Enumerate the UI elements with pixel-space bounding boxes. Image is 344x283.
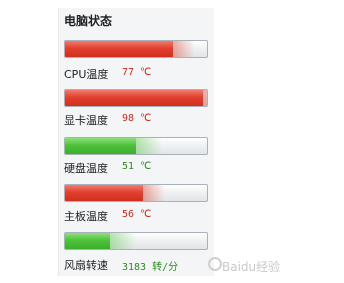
cpu-temp-bar (64, 40, 208, 58)
gpu-temp-fill (65, 90, 207, 106)
gpu-temp-label: 显卡温度 (64, 114, 108, 127)
board-temp-bar (64, 184, 208, 202)
gpu-temp-value: 98 ℃ (122, 113, 152, 124)
board-temp-fill (65, 185, 166, 201)
fan-speed-bar (64, 232, 208, 250)
board-temp-value: 56 ℃ (122, 209, 152, 220)
disk-temp-label: 硬盘温度 (64, 162, 108, 175)
disk-temp-bar (64, 137, 208, 155)
cpu-temp-fill (65, 41, 195, 57)
fan-speed-value: 3183 转/分 (122, 262, 179, 273)
disk-temp-value: 51 ℃ (122, 161, 152, 172)
cpu-temp-value: 77 ℃ (122, 67, 152, 78)
gpu-temp-bar (64, 89, 208, 107)
cpu-temp-label: CPU温度 (64, 68, 109, 81)
fan-speed-label: 风扇转速 (64, 259, 108, 272)
board-temp-label: 主板温度 (64, 210, 108, 223)
panel-title: 电脑状态 (64, 14, 113, 28)
watermark: Baidu经验 (222, 260, 281, 274)
disk-temp-fill (65, 138, 162, 154)
fan-speed-fill (65, 233, 138, 249)
baidu-paw-icon (208, 257, 222, 271)
